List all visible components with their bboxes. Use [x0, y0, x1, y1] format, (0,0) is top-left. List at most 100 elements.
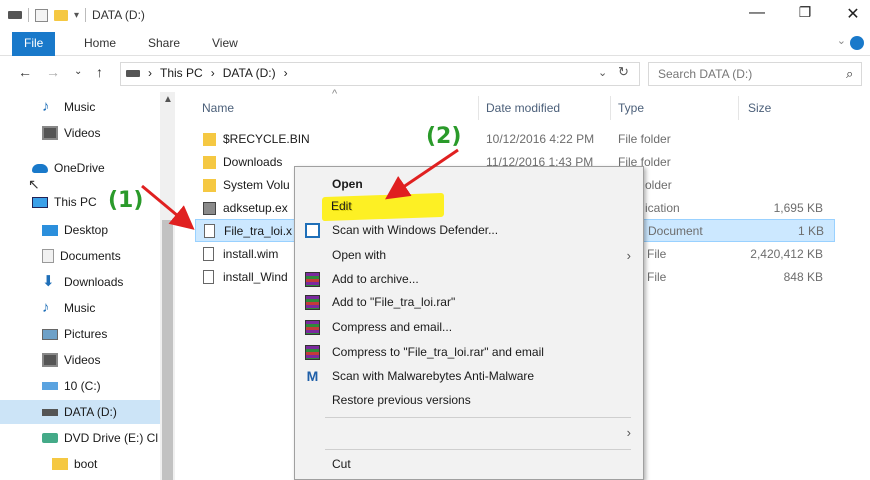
- tab-view[interactable]: View: [212, 32, 238, 56]
- file-size: [735, 151, 823, 174]
- nav-item-label: Desktop: [64, 223, 109, 237]
- video-icon: [42, 126, 58, 140]
- nav-item-boot[interactable]: boot: [52, 452, 97, 476]
- menu-item-submenu[interactable]: ›: [295, 421, 643, 444]
- search-placeholder: Search DATA (D:): [658, 67, 753, 81]
- file-row[interactable]: $RECYCLE.BIN 10/12/2016 4:22 PM File fol…: [195, 128, 835, 151]
- menu-item-restore-versions[interactable]: Restore previous versions: [295, 389, 643, 412]
- ribbon-tabs: File Home Share View ⌄: [0, 32, 870, 56]
- breadcrumb-separator[interactable]: ›: [211, 66, 215, 80]
- menu-item-open-with[interactable]: Open with ›: [295, 244, 643, 267]
- file-name: Downloads: [223, 155, 283, 169]
- search-icon[interactable]: ⌕: [846, 66, 853, 82]
- nav-scrollbar-thumb[interactable]: [162, 220, 173, 480]
- nav-item-documents[interactable]: Documents: [42, 244, 121, 268]
- pictures-icon: [42, 328, 58, 340]
- nav-item-onedrive[interactable]: OneDrive: [32, 156, 105, 180]
- nav-item-label: OneDrive: [54, 161, 105, 175]
- nav-item-data-drive[interactable]: DATA (D:): [0, 400, 160, 424]
- text-file-icon: [204, 224, 215, 238]
- submenu-arrow-icon: ›: [626, 425, 631, 440]
- documents-icon: [42, 249, 54, 263]
- help-icon[interactable]: [850, 36, 864, 50]
- menu-item-compress-rar-email[interactable]: Compress to "File_tra_loi.rar" and email: [295, 341, 643, 364]
- nav-item-pictures[interactable]: Pictures: [42, 322, 107, 346]
- breadcrumb-separator[interactable]: ›: [148, 66, 152, 80]
- column-divider[interactable]: [478, 96, 479, 120]
- address-dropdown-icon[interactable]: ⌄: [598, 66, 607, 79]
- menu-item-compress-email[interactable]: Compress and email...: [295, 316, 643, 339]
- customize-qat-icon[interactable]: ▾: [74, 10, 79, 21]
- column-divider[interactable]: [738, 96, 739, 120]
- nav-item-dvd-drive[interactable]: DVD Drive (E:) Cl: [42, 426, 158, 450]
- forward-arrow-icon[interactable]: →: [46, 64, 60, 80]
- column-header-date[interactable]: Date modified: [486, 96, 560, 120]
- winrar-icon: [305, 272, 320, 287]
- nav-item-downloads[interactable]: ⬇ Downloads: [42, 270, 123, 294]
- tab-home[interactable]: Home: [84, 32, 116, 56]
- close-button[interactable]: ✕: [840, 4, 866, 26]
- tab-file[interactable]: File: [12, 32, 56, 56]
- menu-item-edit-label[interactable]: Edit: [331, 195, 352, 218]
- expand-ribbon-icon[interactable]: ⌄: [837, 34, 846, 47]
- new-folder-icon[interactable]: [54, 9, 68, 21]
- scroll-up-icon[interactable]: ▲: [163, 94, 173, 105]
- desktop-icon: [42, 224, 58, 236]
- nav-item-music[interactable]: ♪ Music: [42, 296, 95, 320]
- column-divider[interactable]: [610, 96, 611, 120]
- refresh-icon[interactable]: ↻: [618, 64, 629, 80]
- nav-item-drive-c[interactable]: 10 (C:): [42, 374, 101, 398]
- nav-item-videos[interactable]: Videos: [42, 121, 100, 145]
- divider: [85, 8, 87, 22]
- nav-item-desktop[interactable]: Desktop: [42, 218, 108, 242]
- menu-item-scan-defender[interactable]: Scan with Windows Defender...: [295, 219, 643, 242]
- back-arrow-icon[interactable]: ←: [18, 64, 32, 80]
- nav-item-label: Videos: [64, 353, 101, 367]
- malwarebytes-icon: M: [306, 368, 319, 384]
- properties-icon[interactable]: [35, 8, 48, 22]
- menu-item-add-to-rar[interactable]: Add to "File_tra_loi.rar": [295, 291, 643, 314]
- file-size: [735, 128, 823, 151]
- tab-share[interactable]: Share: [148, 32, 180, 56]
- music-icon: ♪: [42, 299, 50, 316]
- menu-item-label: Scan with Windows Defender...: [332, 223, 499, 237]
- up-arrow-icon[interactable]: ↑: [96, 64, 103, 80]
- file-type: File: [647, 270, 667, 284]
- nav-item-label: DVD Drive (E:) Cl: [64, 431, 159, 445]
- video-icon: [42, 353, 58, 367]
- nav-item-videos[interactable]: Videos: [42, 348, 100, 372]
- menu-item-label: Compress to "File_tra_loi.rar" and email: [332, 345, 544, 359]
- breadcrumb-separator[interactable]: ›: [284, 66, 288, 80]
- menu-item-add-to-archive[interactable]: Add to archive...: [295, 268, 643, 291]
- drive-icon: [126, 69, 140, 77]
- column-header-size[interactable]: Size: [748, 96, 771, 120]
- file-type: Document: [648, 224, 703, 238]
- nav-item-label: Pictures: [64, 327, 108, 341]
- winrar-icon: [305, 345, 320, 360]
- minimize-button[interactable]: —: [744, 4, 770, 26]
- nav-item-this-pc[interactable]: This PC: [32, 190, 97, 214]
- sort-ascending-icon: ^: [332, 88, 338, 100]
- menu-item-label: Cut: [332, 457, 351, 471]
- column-header-name[interactable]: Name: [202, 96, 234, 120]
- file-icon: [203, 270, 214, 284]
- dvd-icon: [42, 433, 58, 443]
- maximize-button[interactable]: ❐: [792, 4, 818, 26]
- file-name: install_Wind: [223, 270, 288, 284]
- folder-icon: [203, 156, 216, 169]
- file-size: 848 KB: [783, 270, 823, 284]
- winrar-icon: [305, 295, 320, 310]
- menu-item-malwarebytes[interactable]: M Scan with Malwarebytes Anti-Malware: [295, 365, 643, 388]
- file-type: older: [645, 178, 672, 192]
- file-name: $RECYCLE.BIN: [223, 132, 310, 146]
- breadcrumb-this-pc[interactable]: This PC: [160, 66, 203, 80]
- recent-locations-icon[interactable]: ⌄: [74, 66, 82, 77]
- nav-item-music[interactable]: ♪ Music: [42, 95, 95, 119]
- menu-item-cut[interactable]: Cut: [295, 453, 643, 476]
- menu-item-open[interactable]: Open: [295, 173, 643, 196]
- column-header-type[interactable]: Type: [618, 96, 644, 120]
- breadcrumb-data-drive[interactable]: DATA (D:): [223, 66, 276, 80]
- drive-c-icon: [42, 382, 58, 390]
- file-type: File folder: [618, 132, 671, 146]
- file-size: 1,695 KB: [773, 201, 823, 215]
